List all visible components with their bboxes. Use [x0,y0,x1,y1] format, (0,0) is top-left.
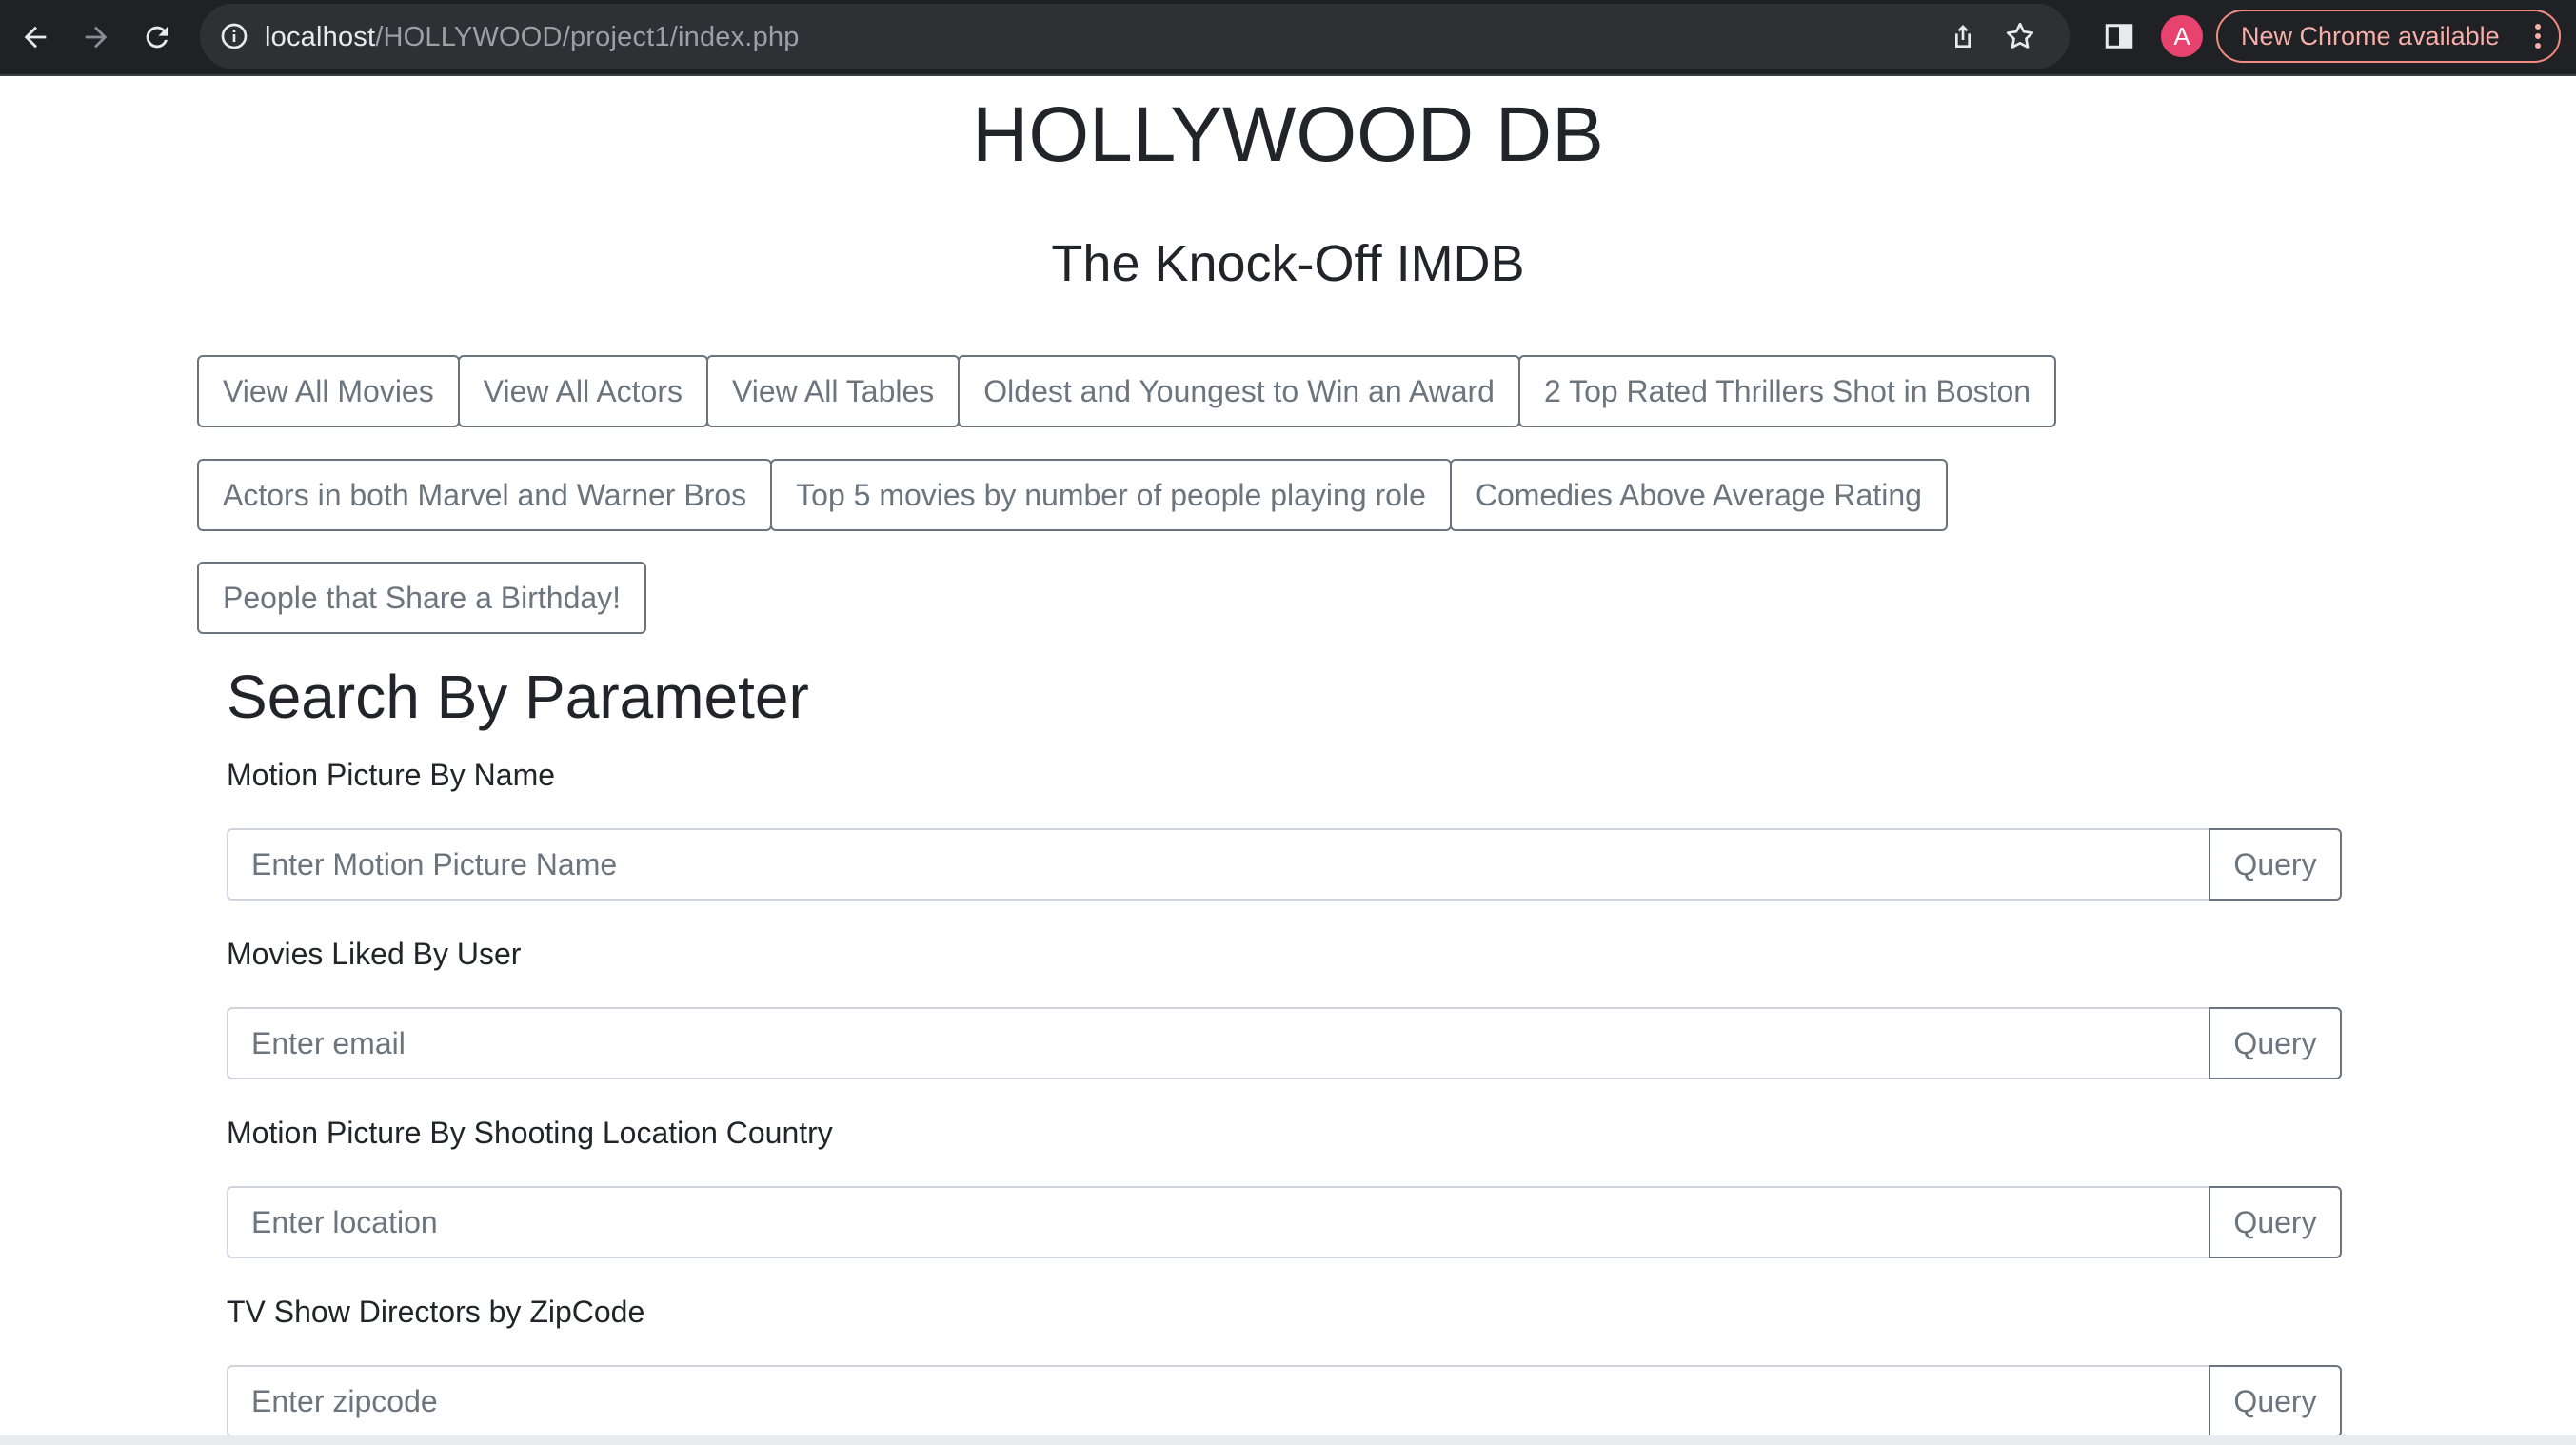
shared-birthday-button[interactable]: People that Share a Birthday! [197,562,647,634]
window-bottom-edge [0,1435,2576,1445]
share-icon[interactable] [1948,21,1978,51]
shooting-location-group: Query [227,1186,2342,1258]
star-icon[interactable] [2003,19,2037,53]
tv-directors-query-button[interactable]: Query [2209,1365,2342,1437]
forward-arrow-icon [85,26,108,49]
view-all-movies-button[interactable]: View All Movies [197,355,460,427]
side-panel-icon[interactable] [2102,19,2136,53]
movies-liked-query-button[interactable]: Query [2209,1007,2342,1079]
back-button[interactable] [13,15,57,59]
chrome-update-button[interactable]: New Chrome available [2216,10,2561,63]
url-text: localhost/HOLLYWOOD/project1/index.php [265,22,800,53]
url-path: /HOLLYWOOD/project1/index.php [375,22,800,52]
motion-picture-name-label: Motion Picture By Name [227,758,556,792]
movies-liked-label: Movies Liked By User [227,937,522,971]
view-all-tables-button[interactable]: View All Tables [706,355,961,427]
search-section-title: Search By Parameter [227,663,809,731]
shooting-location-label: Motion Picture By Shooting Location Coun… [227,1116,833,1150]
email-input[interactable] [227,1007,2210,1079]
avatar[interactable]: A [2161,15,2203,57]
page-title: HOLLYWOOD DB [972,91,1604,178]
update-label: New Chrome available [2241,22,2500,50]
comedies-above-average-button[interactable]: Comedies Above Average Rating [1449,459,1948,531]
motion-picture-name-group: Query [227,828,2342,901]
page-subtitle: The Knock-Off IMDB [1051,235,1525,292]
more-vert-icon [2535,24,2541,49]
address-bar[interactable]: localhost/HOLLYWOOD/project1/index.php [200,4,2070,69]
top-thrillers-boston-button[interactable]: 2 Top Rated Thrillers Shot in Boston [1517,355,2057,427]
tv-directors-zipcode-label: TV Show Directors by ZipCode [227,1295,645,1329]
page-content: HOLLYWOOD DB The Knock-Off IMDB View All… [0,76,2576,1445]
movies-liked-group: Query [227,1007,2342,1079]
tv-directors-zipcode-group: Query [227,1365,2342,1437]
view-all-actors-button[interactable]: View All Actors [457,355,708,427]
zipcode-input[interactable] [227,1365,2210,1437]
reload-button[interactable] [135,15,179,59]
shooting-location-query-button[interactable]: Query [2209,1186,2342,1258]
button-row-1: View All Movies View All Actors View All… [197,355,2057,427]
marvel-warner-actors-button[interactable]: Actors in both Marvel and Warner Bros [197,459,773,531]
url-host: localhost [265,22,376,52]
info-icon[interactable] [219,21,249,51]
motion-picture-name-input[interactable] [227,828,2210,901]
oldest-youngest-award-button[interactable]: Oldest and Youngest to Win an Award [958,355,1520,427]
browser-toolbar: localhost/HOLLYWOOD/project1/index.php A… [0,0,2576,76]
location-input[interactable] [227,1186,2210,1258]
motion-picture-name-query-button[interactable]: Query [2209,828,2342,901]
forward-button[interactable] [74,15,118,59]
reload-icon [146,26,168,49]
button-row-3: People that Share a Birthday! [197,562,647,634]
back-arrow-icon [24,26,47,49]
button-row-2: Actors in both Marvel and Warner Bros To… [197,459,1948,531]
top5-movies-role-button[interactable]: Top 5 movies by number of people playing… [770,459,1452,531]
